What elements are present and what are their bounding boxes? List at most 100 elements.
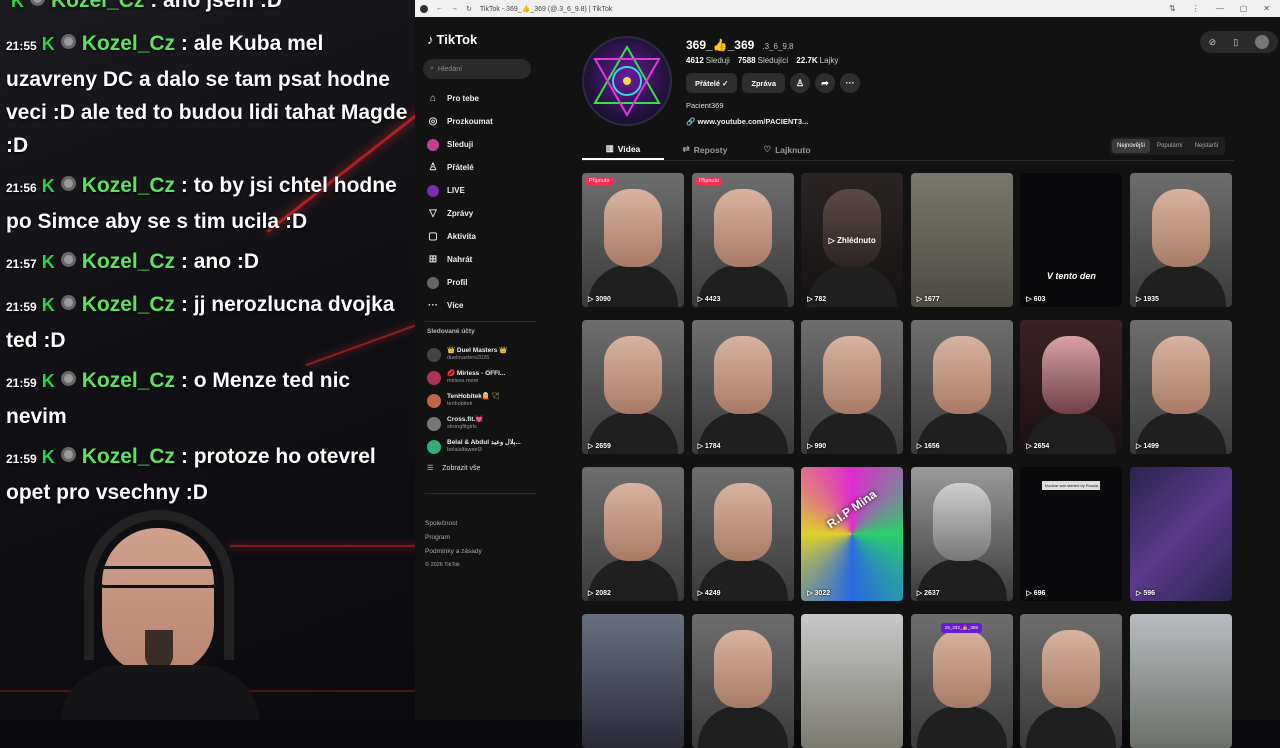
- link-icon: 🔗: [686, 117, 696, 126]
- show-all-button[interactable]: ☰ Zobrazit vše: [427, 458, 539, 478]
- tab-reposts[interactable]: ⇄ Reposty: [664, 139, 746, 160]
- browser-window: ← → ↻ TikTok - 369_👍_369 (@.3_6_9.8) | T…: [415, 0, 1280, 748]
- video-card[interactable]: [691, 614, 794, 748]
- video-thumbnail-face: [713, 483, 772, 561]
- user-avatar[interactable]: [1255, 35, 1270, 49]
- following-item[interactable]: 👑 Duel Masters 👑 duelmasters2026: [427, 343, 539, 366]
- nav-item-zprávy[interactable]: ▽ Zprávy: [427, 202, 537, 225]
- nav-item-přátelé[interactable]: ♙ Přátelé: [427, 156, 537, 179]
- home-icon: ⌂: [429, 93, 437, 104]
- video-card[interactable]: ▷ 1935: [1130, 173, 1232, 307]
- nav-item-nahrát[interactable]: ⊞ Nahrát: [427, 248, 537, 271]
- more-icon: ···: [428, 300, 438, 311]
- nav-item-více[interactable]: ··· Více: [427, 294, 537, 317]
- nav-item-profil[interactable]: Profil: [427, 271, 537, 294]
- extensions-icon[interactable]: ⇅: [1169, 4, 1176, 13]
- video-card[interactable]: [582, 614, 684, 748]
- following-item[interactable]: Belal & Abdul بلال وعبد... belalalfaweel3: [427, 435, 539, 458]
- video-card[interactable]: Nuclear war started by Russia ▷ 696: [1020, 467, 1123, 601]
- tab-liked[interactable]: ♡ Lajknuto: [746, 139, 828, 160]
- nav-item-live[interactable]: LIVE: [427, 179, 537, 202]
- nav-item-pro tebe[interactable]: ⌂ Pro tebe: [427, 87, 537, 110]
- nav-item-aktivita[interactable]: ▢ Aktivita: [427, 225, 537, 248]
- following-avatar: [427, 439, 441, 454]
- watched-overlay: ▷ Zhlédnuto: [828, 235, 876, 245]
- video-card[interactable]: ▷ 596: [1130, 467, 1232, 601]
- video-card[interactable]: ▷ 1784: [691, 320, 794, 454]
- reload-icon[interactable]: ↻: [466, 5, 472, 13]
- video-card[interactable]: V tento den ▷ 603: [1020, 173, 1123, 307]
- video-card[interactable]: 19_333_👍_369: [910, 614, 1013, 748]
- top-right-actions: ⊘ ▯: [1200, 31, 1278, 53]
- video-card[interactable]: Připnuto ▷ 3090: [582, 173, 684, 307]
- nav-item-prozkoumat[interactable]: ◎ Prozkoumat: [427, 110, 537, 133]
- sort-popular[interactable]: Populární: [1152, 139, 1188, 153]
- video-card[interactable]: [1020, 614, 1123, 748]
- nav-label: Více: [447, 301, 464, 310]
- show-all-label: Zobrazit vše: [442, 464, 481, 472]
- video-card[interactable]: ▷ 2659: [582, 320, 684, 454]
- tab-videos[interactable]: ▥ Videa: [582, 139, 664, 160]
- grid-icon: ▥: [605, 143, 614, 153]
- sort-toggle: Nejnovější Populární Nejstarší: [1110, 137, 1226, 155]
- video-thumbnail-face: [1042, 630, 1101, 708]
- profile-link[interactable]: 🔗 www.youtube.com/PACIENT3...: [686, 117, 808, 126]
- nav-label: Nahrát: [447, 255, 473, 264]
- chat-message: 21:59 K Kozel_Cz : jj nerozlucna dvojka te…: [6, 288, 409, 357]
- video-card[interactable]: ▷ 990: [801, 320, 904, 454]
- following-avatar: [427, 416, 441, 431]
- footer-link-program[interactable]: Program: [425, 531, 482, 545]
- forward-icon[interactable]: →: [451, 5, 458, 12]
- following-user: strongfitgirls: [447, 424, 477, 430]
- view-count: ▷ 1784: [697, 443, 721, 450]
- video-thumbnail-face: [604, 189, 662, 267]
- video-card[interactable]: ▷ 4249: [691, 467, 794, 601]
- video-card[interactable]: [1130, 614, 1232, 748]
- profile-avatar[interactable]: [582, 36, 672, 126]
- view-count: ▷ 990: [807, 443, 827, 450]
- video-card[interactable]: ▷ 2637: [910, 467, 1013, 601]
- profile-link-text: www.youtube.com/PACIENT3...: [697, 117, 809, 126]
- following-item[interactable]: 💋 Miriess - OFFI... miriess.more: [427, 366, 539, 389]
- video-card[interactable]: ▷ Zhlédnuto ▷ 782: [801, 173, 904, 307]
- footer-link-company[interactable]: Společnost: [425, 517, 482, 531]
- sort-newest[interactable]: Nejnovější: [1112, 139, 1151, 153]
- coins-icon[interactable]: ⊘: [1209, 37, 1217, 48]
- friends-button[interactable]: Přátelé ✓: [686, 73, 738, 93]
- video-card[interactable]: ▷ 1656: [910, 320, 1013, 454]
- search-input[interactable]: ⌕ Hledání: [423, 59, 531, 79]
- sort-oldest[interactable]: Nejstarší: [1190, 139, 1224, 153]
- profile-name-row: 369_👍_369 .3_6_9.8: [686, 38, 793, 52]
- add-friend-icon[interactable]: ♙: [790, 73, 810, 93]
- view-count-value: 603: [1033, 296, 1046, 303]
- tiktok-sidebar: ♪ TikTok ⌕ Hledání ⌂ Pro tebe ◎ Prozkoumat S…: [415, 17, 540, 720]
- back-icon[interactable]: ←: [436, 5, 443, 12]
- following-item[interactable]: TenHobitek🧝 🏹 tenhobitek: [427, 389, 539, 412]
- close-icon[interactable]: ✕: [1263, 4, 1270, 13]
- stat-following[interactable]: 4612 Sleduji: [686, 56, 730, 65]
- video-card[interactable]: ▷ 2082: [582, 467, 684, 601]
- device-icon[interactable]: ▯: [1233, 37, 1238, 48]
- tiktok-logo[interactable]: ♪ TikTok: [427, 32, 477, 47]
- nav-item-sleduji[interactable]: Sleduji: [427, 133, 537, 156]
- following-item[interactable]: Cross.fit.💓 strongfitgirls: [427, 412, 539, 435]
- tab-title[interactable]: TikTok - 369_👍_369 (@.3_6_9.8) | TikTok: [480, 5, 613, 13]
- minimize-icon[interactable]: —: [1216, 4, 1224, 13]
- video-thumbnail-face: [713, 630, 772, 708]
- more-options-icon[interactable]: ···: [840, 73, 860, 93]
- video-card[interactable]: ▷ 2654: [1020, 320, 1123, 454]
- view-count-value: 1784: [704, 443, 721, 450]
- message-button[interactable]: Zpráva: [742, 73, 785, 93]
- video-card[interactable]: ▷ 1499: [1130, 320, 1232, 454]
- video-card[interactable]: R.I.P Mina ▷ 3022: [801, 467, 904, 601]
- maximize-icon[interactable]: ▢: [1240, 4, 1248, 13]
- video-card[interactable]: [801, 614, 904, 748]
- stat-followers[interactable]: 7588 Sledující: [738, 56, 788, 65]
- video-card[interactable]: ▷ 1677: [910, 173, 1013, 307]
- menu-icon[interactable]: ⋮: [1192, 4, 1200, 13]
- share-icon[interactable]: ➦: [815, 73, 835, 93]
- footer-link-terms[interactable]: Podmínky a zásady: [425, 545, 482, 559]
- view-count-value: 3090: [595, 296, 611, 303]
- video-thumbnail-face: [1042, 336, 1101, 414]
- video-card[interactable]: Připnuto ▷ 4423: [691, 173, 794, 307]
